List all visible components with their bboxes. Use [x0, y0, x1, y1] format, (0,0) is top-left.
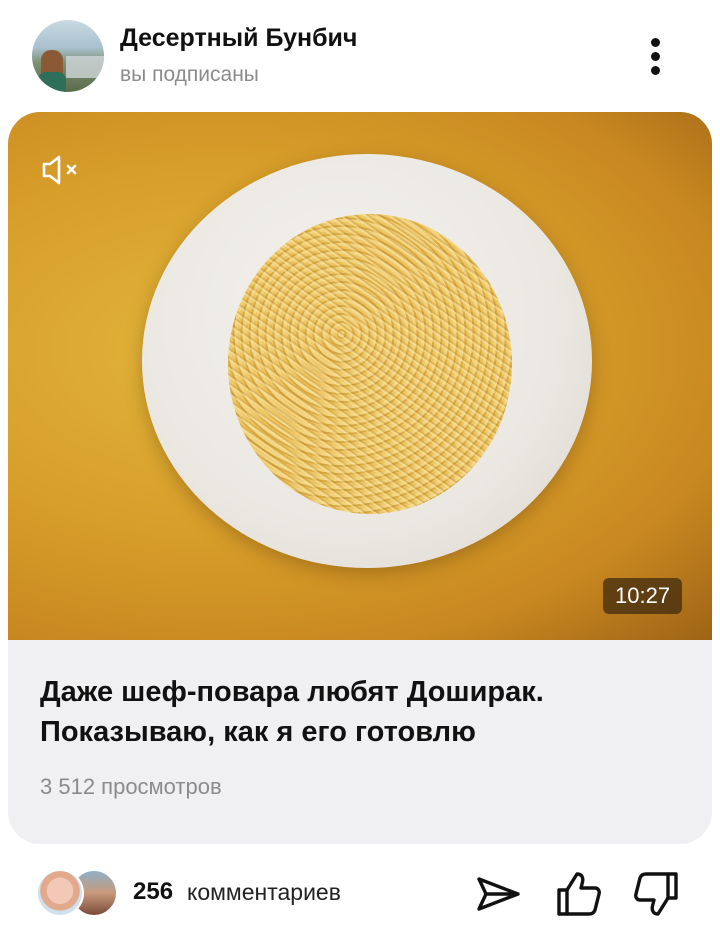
- comments-label[interactable]: комментариев: [187, 879, 341, 906]
- send-icon[interactable]: [474, 870, 522, 918]
- video-player[interactable]: 10:27: [8, 112, 712, 640]
- channel-header: Десертный Бунбич вы подписаны: [0, 0, 720, 112]
- action-bar: 256 комментариев: [0, 852, 720, 948]
- view-count: 3 512 просмотров: [40, 774, 222, 799]
- video-card[interactable]: 10:27 Даже шеф-повара любят Доширак. Пок…: [8, 112, 712, 844]
- thumbs-up-icon[interactable]: [555, 870, 603, 918]
- more-options-icon[interactable]: [638, 36, 674, 76]
- video-title[interactable]: Даже шеф-повара любят Доширак. Показываю…: [40, 672, 690, 752]
- speaker-muted-icon[interactable]: [40, 152, 88, 188]
- subscription-status: вы подписаны: [120, 63, 259, 86]
- commenter-avatar: [36, 869, 84, 917]
- comments-count[interactable]: 256: [133, 878, 173, 906]
- channel-avatar[interactable]: [32, 20, 104, 92]
- video-duration-badge: 10:27: [603, 578, 683, 614]
- thumbs-down-icon[interactable]: [632, 870, 680, 918]
- channel-name[interactable]: Десертный Бунбич: [120, 24, 357, 53]
- video-thumbnail: [142, 154, 592, 568]
